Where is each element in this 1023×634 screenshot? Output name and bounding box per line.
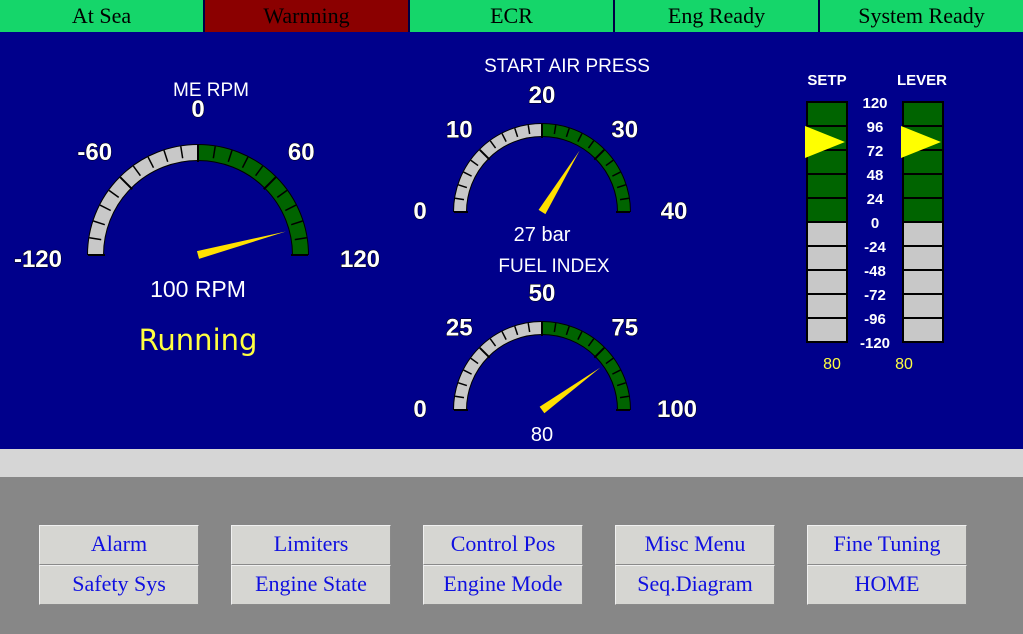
me-rpm-title: ME RPM: [173, 80, 249, 101]
setp-title: SETP: [807, 72, 846, 89]
bar-scale-label: -48: [864, 263, 886, 280]
bar-scale-label: 24: [867, 191, 884, 208]
gauge-tick-label: 25: [446, 314, 473, 341]
gauge-needle: [196, 231, 286, 259]
gauge-tick-label: 120: [340, 246, 380, 273]
setp-bar-segment: [806, 317, 848, 343]
safety-sys-button[interactable]: Safety Sys: [39, 565, 199, 605]
fuel-index-gauge: FUEL INDEX 80 0 25 50 75 100: [413, 256, 698, 446]
menu-group-4: Misc Menu Seq.Diagram: [615, 525, 775, 605]
bar-scale-label: 0: [871, 215, 879, 232]
lever-bar-segment: [902, 197, 944, 223]
menu-group-5: Fine Tuning HOME: [807, 525, 967, 605]
gauge-tick-label: 30: [611, 116, 638, 143]
gauge-tick-label: 10: [446, 116, 473, 143]
gauge-needle: [538, 150, 580, 215]
bar-scale-label: -120: [860, 335, 890, 352]
lever-title: LEVER: [897, 72, 947, 89]
setp-bar-segment: [806, 293, 848, 319]
gauge-arc-grey: [88, 145, 199, 256]
bar-scale-label: -24: [864, 239, 886, 256]
lever-bar-segment: [902, 245, 944, 271]
gauge-tick-label: 100: [657, 396, 697, 423]
setp-readout: 80: [823, 356, 841, 373]
status-warning: Warnning: [205, 0, 410, 32]
status-eng-ready: Eng Ready: [615, 0, 820, 32]
gauge-tick-label: -60: [77, 139, 112, 166]
fine-tuning-button[interactable]: Fine Tuning: [807, 525, 967, 565]
setp-bar-segment: [806, 245, 848, 271]
setp-bar-segment: [806, 269, 848, 295]
engine-mode-button[interactable]: Engine Mode: [423, 565, 583, 605]
limiters-button[interactable]: Limiters: [231, 525, 391, 565]
lever-bar-segment: [902, 173, 944, 199]
gauge-tick-label: 40: [661, 198, 688, 225]
me-rpm-gauge: ME RPM 100 RPM Running -120 -60 0 60 120: [13, 80, 380, 357]
engine-state-readout: Running: [139, 323, 258, 357]
start-air-title: START AIR PRESS: [484, 56, 650, 77]
alarm-button[interactable]: Alarm: [39, 525, 199, 565]
gauge-tick-label: 0: [413, 198, 426, 225]
gauge-needle: [539, 367, 601, 414]
separator-strip: [0, 449, 1023, 477]
fuel-index-readout: 80: [531, 424, 553, 446]
setp-lever-bars: SETP LEVER 80 80 120 96 72 48 24 0 -24 -48 -72 -9…: [805, 72, 947, 373]
bar-scale-label: 48: [867, 167, 884, 184]
home-button[interactable]: HOME: [807, 565, 967, 605]
bar-scale-label: -72: [864, 287, 886, 304]
lever-bar-segment: [902, 293, 944, 319]
misc-menu-button[interactable]: Misc Menu: [615, 525, 775, 565]
me-rpm-readout: 100 RPM: [150, 276, 246, 302]
control-pos-button[interactable]: Control Pos: [423, 525, 583, 565]
bar-scale-label: 96: [867, 119, 884, 136]
gauge-tick-label: 20: [529, 82, 556, 109]
menu-panel: Alarm Safety Sys Limiters Engine State C…: [0, 477, 1023, 634]
bar-scale-label: 72: [867, 143, 884, 160]
lever-bar-segment: [902, 269, 944, 295]
menu-group-1: Alarm Safety Sys: [39, 525, 199, 605]
bar-scale-label: -96: [864, 311, 886, 328]
seq-diagram-button[interactable]: Seq.Diagram: [615, 565, 775, 605]
start-air-readout: 27 bar: [514, 224, 571, 246]
lever-readout: 80: [895, 356, 913, 373]
status-system-ready: System Ready: [820, 0, 1023, 32]
lever-bar-segment: [902, 221, 944, 247]
gauge-tick-label: 0: [413, 396, 426, 423]
setp-bar-segment: [806, 197, 848, 223]
setp-bar-segment: [806, 101, 848, 127]
gauge-tick-label: 75: [611, 314, 638, 341]
engine-panel: ME RPM 100 RPM Running -120 -60 0 60 120 STA…: [0, 32, 1023, 449]
gauge-tick-label: -120: [14, 246, 62, 273]
gauge-tick-label: 60: [288, 139, 315, 166]
setp-bar-segment: [806, 221, 848, 247]
engine-state-button[interactable]: Engine State: [231, 565, 391, 605]
gauge-tick-label: 0: [191, 96, 204, 123]
gauge-tick-label: 50: [529, 280, 556, 307]
menu-group-3: Control Pos Engine Mode: [423, 525, 583, 605]
bar-scale-label: 120: [862, 95, 887, 112]
lever-bar-segment: [902, 317, 944, 343]
status-ecr: ECR: [410, 0, 615, 32]
lever-bar-segment: [902, 101, 944, 127]
fuel-index-title: FUEL INDEX: [498, 256, 610, 277]
start-air-gauge: START AIR PRESS 27 bar 0 10 20 30 40: [413, 56, 688, 246]
status-at-sea: At Sea: [0, 0, 205, 32]
menu-group-2: Limiters Engine State: [231, 525, 391, 605]
setp-bar-segment: [806, 173, 848, 199]
status-bar: At Sea Warnning ECR Eng Ready System Rea…: [0, 0, 1023, 32]
